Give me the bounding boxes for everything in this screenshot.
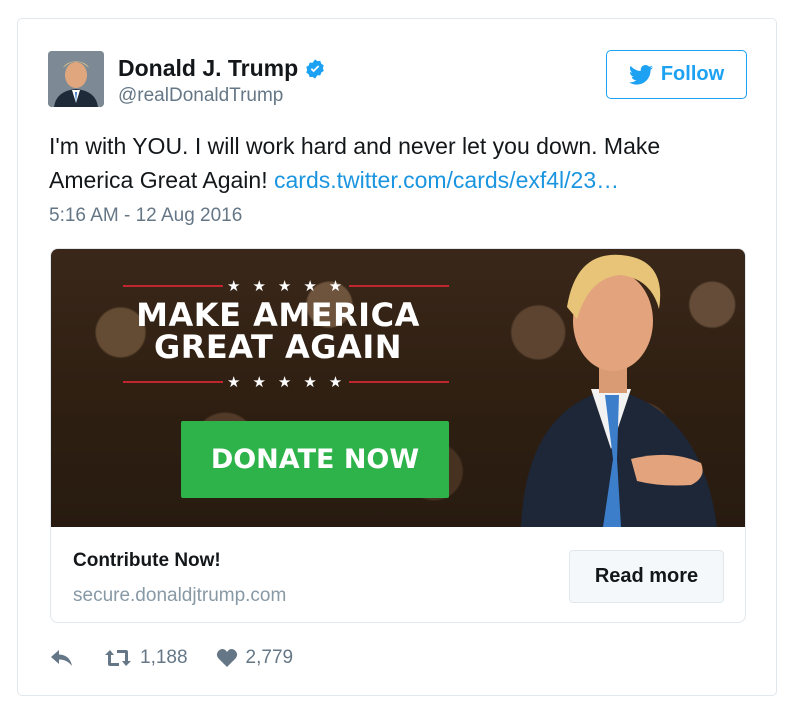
read-more-button[interactable]: Read more [569,550,724,603]
banner-line-2: GREAT AGAIN [154,328,402,366]
retweet-action[interactable]: 1,188 [104,647,188,669]
tweet-timestamp[interactable]: 5:16 AM - 12 Aug 2016 [49,205,242,227]
banner-stars-top: ★★★★★ [227,278,355,295]
heart-icon [216,649,237,667]
like-action[interactable]: 2,779 [216,647,294,669]
tweet-link[interactable]: cards.twitter.com/cards/exf4l/23… [274,167,619,193]
banner-rule-top-left [123,285,223,287]
card-title[interactable]: Contribute Now! [73,550,221,572]
verified-badge-icon [306,58,324,79]
avatar-portrait-icon [48,51,104,107]
link-card[interactable]: ★★★★★ MAKE AMERICA GREAT AGAIN ★★★★★ DON… [50,248,746,623]
author-name-row: Donald J. Trump [118,55,326,82]
retweet-icon [105,650,131,666]
follow-button[interactable]: Follow [606,50,747,99]
banner-line-1: MAKE AMERICA [136,296,420,334]
like-count: 2,779 [245,647,294,668]
card-url: secure.donaldjtrump.com [73,585,287,606]
donate-now-banner: DONATE NOW [181,421,449,498]
reply-action[interactable] [50,648,74,668]
tweet-embed: Donald J. Trump @realDonaldTrump Follow … [17,18,777,696]
author-name[interactable]: Donald J. Trump [118,55,298,82]
author-handle[interactable]: @realDonaldTrump [118,85,283,107]
card-banner-image[interactable]: ★★★★★ MAKE AMERICA GREAT AGAIN ★★★★★ DON… [51,249,745,527]
tweet-text: I'm with YOU. I will work hard and never… [49,129,739,197]
tweet-actions: 1,188 2,779 [50,647,293,669]
speaker-portrait-icon [521,254,717,527]
banner-stars-bottom: ★★★★★ [227,374,355,391]
follow-label: Follow [660,63,725,85]
twitter-bird-icon [628,64,653,85]
banner-rule-bottom-right [349,381,449,383]
author-avatar[interactable] [48,51,104,107]
banner-headline: MAKE AMERICA GREAT AGAIN [123,299,433,363]
banner-rule-top-right [349,285,449,287]
reply-icon [51,650,72,666]
banner-rule-bottom-left [123,381,223,383]
retweet-count: 1,188 [140,647,188,668]
